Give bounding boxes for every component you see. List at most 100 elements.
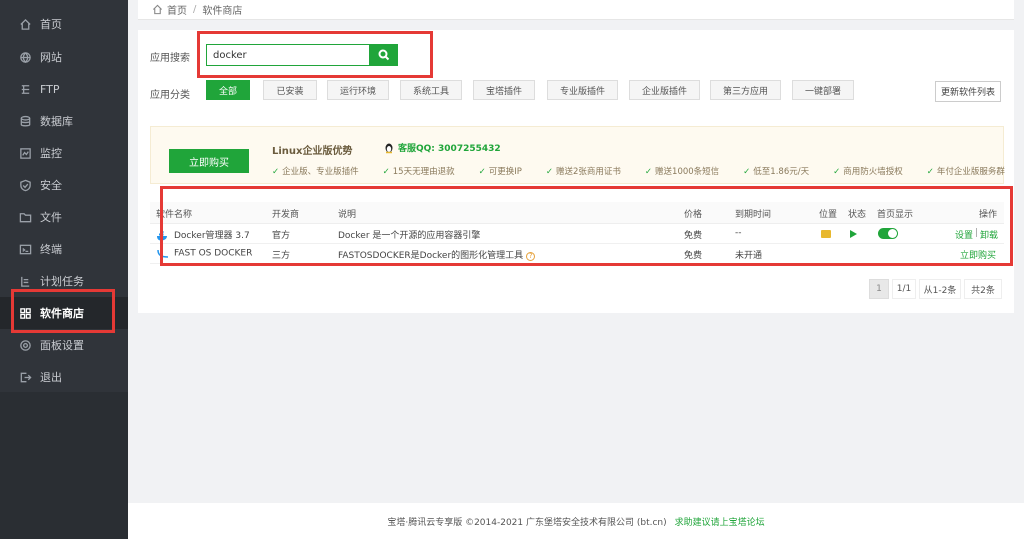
settings-link[interactable]: 设置 [955,228,973,241]
sidebar-item-ftp[interactable]: FTP [0,73,128,105]
sidebar-item-files[interactable]: 文件 [0,201,128,233]
help-icon[interactable]: ? [526,251,536,261]
software-store-panel: 应用搜索 应用分类 全部 已安装 运行环境 系统工具 宝塔插件 专业版插件 企业… [138,30,1014,313]
promo-feature: ✓ 赠送2张商用证书 [546,165,633,177]
sidebar-item-terminal[interactable]: 终端 [0,233,128,265]
breadcrumb-home[interactable]: 首页 [167,2,187,17]
action-separator: | [975,228,979,238]
software-description-text: FASTOSDOCKER是Docker的图形化管理工具 [338,251,524,261]
search-input[interactable] [206,44,370,66]
check-icon: ✓ [833,167,841,177]
header-expire: 到期时间 [735,210,772,220]
software-expire: 未开通 [735,251,763,261]
check-icon: ✓ [272,167,280,177]
qq-penguin-icon [385,143,393,153]
software-name-text: FAST OS DOCKER [174,248,253,259]
category-one-click-deploy[interactable]: 一键部署 [792,80,854,100]
promo-feature-text: 商用防火墙授权 [843,167,903,177]
software-description: Docker 是一个开源的应用容器引擎 [338,231,481,241]
terminal-icon [18,242,32,256]
monitor-icon [18,146,32,160]
logout-icon [18,370,32,384]
promo-feature: ✓ 可更换IP [479,165,534,177]
software-name-text: Docker管理器 3.7 [174,231,250,241]
sidebar-item-settings[interactable]: 面板设置 [0,329,128,361]
sidebar-item-store[interactable]: 软件商店 [0,297,128,329]
category-third-party[interactable]: 第三方应用 [710,80,781,100]
breadcrumb-separator: / [193,4,197,15]
header-status: 状态 [848,210,867,220]
sidebar-item-label: 监控 [40,147,62,160]
footer: 宝塔·腾讯云专享版 ©2014-2021 广东堡塔安全技术有限公司 (bt.cn… [128,503,1024,539]
search-button[interactable] [370,44,398,66]
promo-title: Linux企业版优势 [272,146,353,157]
category-runtime[interactable]: 运行环境 [327,80,389,100]
sidebar-item-home[interactable]: 首页 [0,8,128,40]
check-icon: ✓ [545,167,553,177]
folder-icon[interactable] [821,230,831,241]
category-all[interactable]: 全部 [206,80,250,100]
sidebar-footer-area [0,392,128,539]
header-location: 位置 [819,210,838,220]
pagination-page-1[interactable]: 1 [869,279,889,299]
enterprise-promo-banner: 立即购买 Linux企业版优势 客服QQ: 3007255432 ✓ 企业版、专业… [150,126,1005,184]
sidebar-item-label: 退出 [40,371,62,384]
sidebar-item-monitor[interactable]: 监控 [0,137,128,169]
header-home-display: 首页显示 [877,210,914,220]
sidebar-item-website[interactable]: 网站 [0,41,128,73]
docker-icon [157,230,167,240]
home-icon [18,17,32,31]
sidebar-item-label: 网站 [40,51,62,64]
category-pro-plugins[interactable]: 专业版插件 [547,80,618,100]
search-label: 应用搜索 [150,53,190,64]
sidebar-item-logout[interactable]: 退出 [0,361,128,393]
promo-features: ✓ 企业版、专业版插件 ✓ 15天无理由退款 ✓ 可更换IP ✓ 赠送2张商用证书 ✓ 赠… [272,165,1024,177]
category-enterprise-plugins[interactable]: 企业版插件 [629,80,700,100]
folder-icon [18,210,32,224]
header-developer: 开发商 [272,210,300,220]
software-developer: 官方 [272,231,291,241]
sidebar-item-database[interactable]: 数据库 [0,105,128,137]
breadcrumb: 首页 / 软件商店 [138,0,1014,20]
promo-feature-text: 企业版、专业版插件 [282,167,359,177]
forum-link[interactable]: 求助建议请上宝塔论坛 [675,515,765,528]
check-icon: ✓ [382,167,390,177]
grid-icon [18,306,32,320]
sidebar-item-label: 软件商店 [40,307,84,320]
refresh-software-list-button[interactable]: 更新软件列表 [935,81,1001,102]
category-bt-plugins[interactable]: 宝塔插件 [473,80,535,100]
footer-copyright: 宝塔·腾讯云专享版 ©2014-2021 广东堡塔安全技术有限公司 (bt.cn… [387,517,667,528]
category-system-tools[interactable]: 系统工具 [400,80,462,100]
sidebar-item-label: 安全 [40,179,62,192]
software-developer: 三方 [272,251,291,261]
app-logo-icon [157,249,169,258]
software-name: FAST OS DOCKER [156,248,252,259]
globe-icon [18,50,32,64]
check-icon: ✓ [743,167,751,177]
home-display-toggle[interactable] [878,228,898,242]
promo-feature-text: 可更换IP [488,167,522,177]
buy-now-link[interactable]: 立即购买 [960,248,996,261]
database-icon [18,114,32,128]
sidebar-item-cron[interactable]: 计划任务 [0,265,128,297]
table-row: FAST OS DOCKER 三方 FASTOSDOCKER是Docker的图形… [150,244,1004,264]
promo-feature-text: 15天无理由退款 [392,167,455,177]
promo-feature-text: 赠送1000条短信 [655,167,720,177]
check-icon: ✓ [926,167,934,177]
software-price: 免费 [684,251,703,261]
uninstall-link[interactable]: 卸载 [980,228,998,241]
buy-now-button[interactable]: 立即购买 [169,149,249,173]
sidebar-item-label: 计划任务 [40,275,84,288]
sidebar-item-security[interactable]: 安全 [0,169,128,201]
header-price: 价格 [684,210,703,220]
breadcrumb-current: 软件商店 [202,6,243,17]
software-name: Docker管理器 3.7 [156,228,250,241]
software-expire: -- [735,228,742,238]
category-installed[interactable]: 已安装 [263,80,317,100]
play-icon[interactable] [850,230,857,241]
promo-feature-text: 年付企业版服务群 [936,167,1005,177]
promo-feature: ✓ 年付企业版服务群 [927,165,1017,177]
gear-icon [18,338,32,352]
support-qq[interactable]: 客服QQ: 3007255432 [383,141,501,154]
promo-feature-text: 赠送2张商用证书 [555,167,621,177]
